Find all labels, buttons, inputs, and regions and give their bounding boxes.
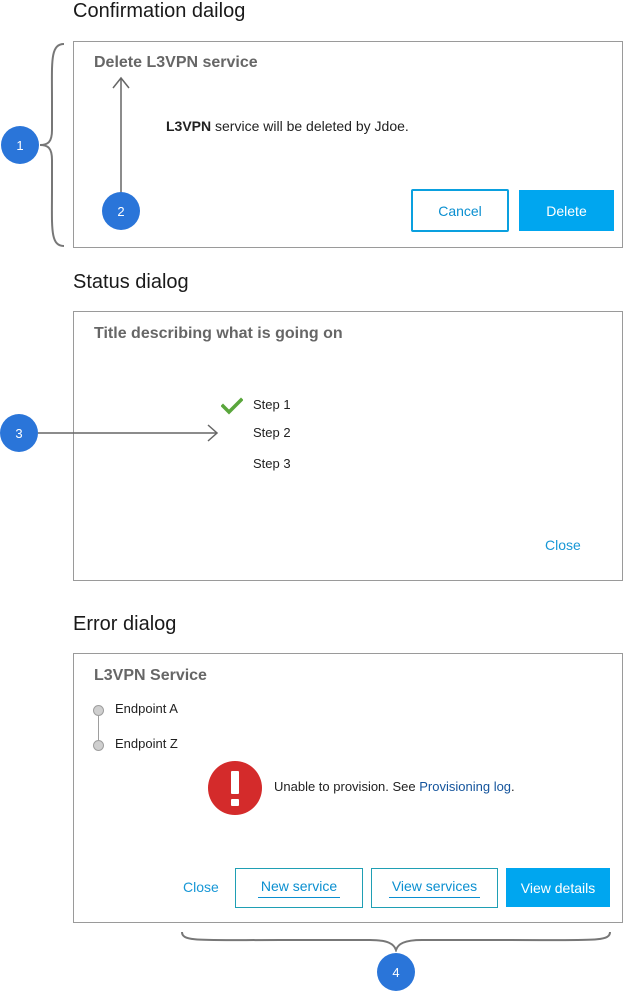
step-item: Step 2 bbox=[253, 425, 291, 440]
error-icon bbox=[208, 761, 262, 815]
cancel-button[interactable]: Cancel bbox=[411, 189, 509, 232]
endpoint-a-label: Endpoint A bbox=[115, 701, 178, 716]
annotation-badge-4: 4 bbox=[377, 953, 415, 991]
service-name: L3VPN bbox=[166, 118, 212, 134]
annotation-badge-1: 1 bbox=[1, 126, 39, 164]
status-dialog: Title describing what is going on Step 1… bbox=[73, 311, 623, 581]
error-dialog: L3VPN Service Endpoint A Endpoint Z Unab… bbox=[73, 653, 623, 923]
arrow-icon bbox=[38, 424, 219, 442]
check-icon bbox=[221, 397, 243, 415]
dialog-title: Title describing what is going on bbox=[94, 325, 343, 342]
close-link[interactable]: Close bbox=[545, 537, 581, 553]
dialog-title: Delete L3VPN service bbox=[94, 54, 258, 71]
error-message: Unable to provision. See Provisioning lo… bbox=[274, 779, 515, 794]
confirmation-heading: Confirmation dailog bbox=[73, 0, 246, 22]
delete-button[interactable]: Delete bbox=[519, 190, 614, 231]
endpoint-z-label: Endpoint Z bbox=[115, 736, 178, 751]
new-service-button[interactable]: New service bbox=[235, 868, 363, 908]
message-text: service will be deleted by Jdoe. bbox=[211, 118, 409, 134]
error-heading: Error dialog bbox=[73, 613, 177, 635]
view-details-button[interactable]: View details bbox=[506, 868, 610, 907]
provisioning-log-link[interactable]: Provisioning log bbox=[419, 779, 511, 794]
new-service-label: New service bbox=[257, 878, 341, 898]
error-text-end: . bbox=[511, 779, 515, 794]
step-item: Step 3 bbox=[253, 456, 291, 471]
brace-icon bbox=[181, 931, 611, 952]
confirmation-message: L3VPN service will be deleted by Jdoe. bbox=[166, 118, 409, 134]
status-heading: Status dialog bbox=[73, 271, 189, 293]
error-text: Unable to provision. See bbox=[274, 779, 420, 794]
confirmation-dialog: Delete L3VPN service L3VPN service will … bbox=[73, 41, 623, 248]
close-link[interactable]: Close bbox=[183, 879, 219, 895]
annotation-badge-3: 3 bbox=[0, 414, 38, 452]
step-item: Step 1 bbox=[253, 397, 291, 412]
brace-icon bbox=[39, 43, 65, 247]
view-services-label: View services bbox=[388, 878, 481, 898]
dialog-title: L3VPN Service bbox=[94, 667, 207, 684]
endpoint-dot bbox=[93, 740, 104, 751]
view-services-button[interactable]: View services bbox=[371, 868, 498, 908]
endpoint-dot bbox=[93, 705, 104, 716]
arrow-icon bbox=[112, 76, 130, 194]
annotation-badge-2: 2 bbox=[102, 192, 140, 230]
